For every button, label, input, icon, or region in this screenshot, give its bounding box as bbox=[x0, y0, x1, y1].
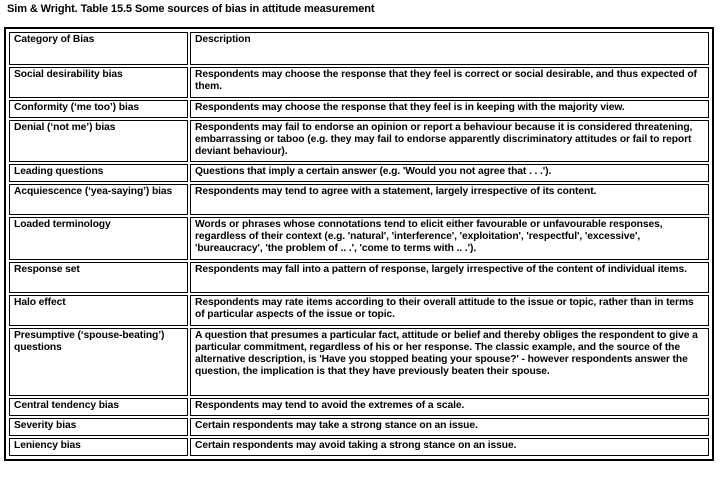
row-description: Respondents may fail to endorse an opini… bbox=[190, 120, 709, 162]
row-description: Words or phrases whose connotations tend… bbox=[190, 217, 709, 260]
row-category: Leading questions bbox=[9, 164, 188, 182]
bias-table: Category of Bias Description Social desi… bbox=[4, 27, 714, 461]
header-description: Description bbox=[190, 32, 709, 65]
table-row: Response set Respondents may fall into a… bbox=[9, 262, 709, 293]
row-category: Acquiescence (‘yea-saying’) bias bbox=[9, 184, 188, 215]
row-description: Questions that imply a certain answer (e… bbox=[190, 164, 709, 182]
row-description: Respondents may tend to agree with a sta… bbox=[190, 184, 709, 215]
row-category: Loaded terminology bbox=[9, 217, 188, 260]
row-description: Respondents may rate items according to … bbox=[190, 295, 709, 326]
table-row: Leading questions Questions that imply a… bbox=[9, 164, 709, 182]
row-category: Response set bbox=[9, 262, 188, 293]
row-description: Certain respondents may avoid taking a s… bbox=[190, 438, 709, 456]
table-row: Social desirability bias Respondents may… bbox=[9, 67, 709, 98]
row-description: Respondents may tend to avoid the extrem… bbox=[190, 398, 709, 416]
row-category: Leniency bias bbox=[9, 438, 188, 456]
table-row: Presumptive (‘spouse-beating’) questions… bbox=[9, 328, 709, 396]
table-row: Leniency bias Certain respondents may av… bbox=[9, 438, 709, 456]
row-description: Respondents may choose the response that… bbox=[190, 67, 709, 98]
row-category: Severity bias bbox=[9, 418, 188, 436]
row-description: Respondents may choose the response that… bbox=[190, 100, 709, 118]
table-caption: Sim & Wright. Table 15.5 Some sources of… bbox=[7, 3, 375, 15]
table-row: Severity bias Certain respondents may ta… bbox=[9, 418, 709, 436]
table-row: Halo effect Respondents may rate items a… bbox=[9, 295, 709, 326]
row-category: Social desirability bias bbox=[9, 67, 188, 98]
header-category: Category of Bias bbox=[9, 32, 188, 65]
row-category: Denial (‘not me’) bias bbox=[9, 120, 188, 162]
row-category: Conformity (‘me too’) bias bbox=[9, 100, 188, 118]
row-category: Presumptive (‘spouse-beating’) questions bbox=[9, 328, 188, 396]
table-row: Acquiescence (‘yea-saying’) bias Respond… bbox=[9, 184, 709, 215]
row-description: A question that presumes a particular fa… bbox=[190, 328, 709, 396]
table-row: Loaded terminology Words or phrases whos… bbox=[9, 217, 709, 260]
table-row: Denial (‘not me’) bias Respondents may f… bbox=[9, 120, 709, 162]
row-description: Certain respondents may take a strong st… bbox=[190, 418, 709, 436]
row-description: Respondents may fall into a pattern of r… bbox=[190, 262, 709, 293]
row-category: Halo effect bbox=[9, 295, 188, 326]
table-row: Conformity (‘me too’) bias Respondents m… bbox=[9, 100, 709, 118]
table-header-row: Category of Bias Description bbox=[9, 32, 709, 65]
row-category: Central tendency bias bbox=[9, 398, 188, 416]
table-row: Central tendency bias Respondents may te… bbox=[9, 398, 709, 416]
